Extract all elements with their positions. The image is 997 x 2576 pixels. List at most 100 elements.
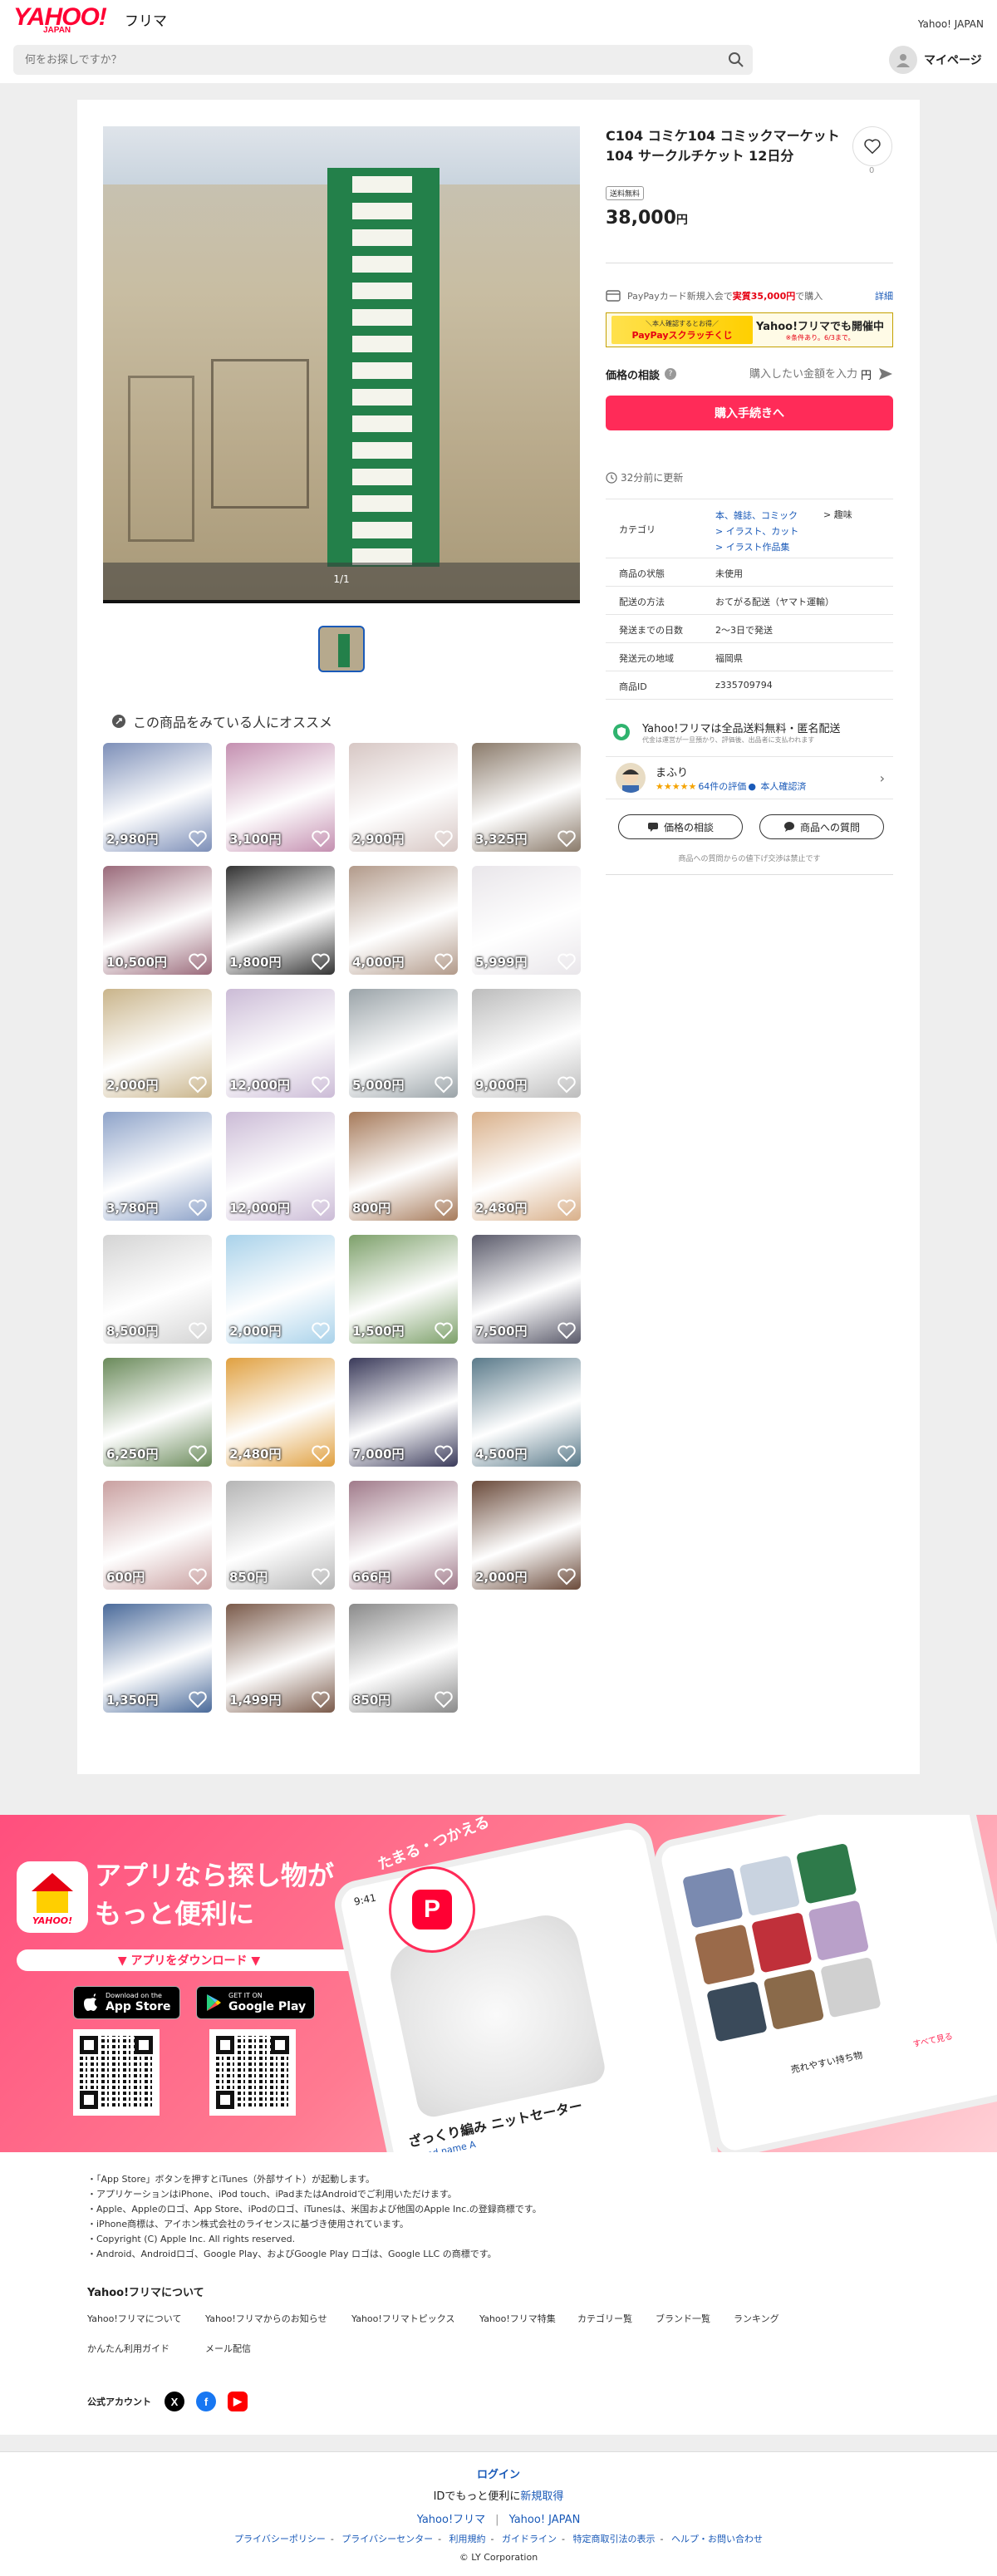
recommend-item[interactable]: 3,325円 <box>472 743 581 852</box>
legal-link[interactable]: プライバシーセンター <box>341 2534 433 2544</box>
recommend-item[interactable]: 4,000円 <box>349 866 458 975</box>
search-icon[interactable] <box>728 52 744 68</box>
favorite-button[interactable] <box>852 126 892 166</box>
heart-icon[interactable] <box>557 828 577 848</box>
legal-link[interactable]: ヘルプ・お問い合わせ <box>671 2534 763 2544</box>
yahoo-japan-footer-link[interactable]: Yahoo! JAPAN <box>509 2514 581 2526</box>
app-store-button[interactable]: Download on the App Store <box>73 1986 180 2019</box>
heart-icon[interactable] <box>188 1689 208 1709</box>
recommend-item[interactable]: 6,250円 <box>103 1358 212 1467</box>
recommend-item[interactable]: 5,999円 <box>472 866 581 975</box>
heart-icon[interactable] <box>557 1320 577 1340</box>
recommend-item[interactable]: 800円 <box>349 1112 458 1221</box>
paypay-detail-link[interactable]: 詳細 <box>875 289 893 302</box>
help-icon[interactable]: ? <box>665 368 677 380</box>
facebook-icon[interactable]: f <box>196 2392 216 2411</box>
recommend-item[interactable]: 1,500円 <box>349 1235 458 1344</box>
heart-icon[interactable] <box>311 1566 331 1586</box>
legal-link[interactable]: プライバシーポリシー <box>234 2534 326 2544</box>
send-icon[interactable] <box>878 366 893 381</box>
recommend-item[interactable]: 1,350円 <box>103 1604 212 1713</box>
heart-icon[interactable] <box>557 1443 577 1463</box>
recommend-item[interactable]: 1,499円 <box>226 1604 335 1713</box>
heart-icon[interactable] <box>311 1074 331 1094</box>
legal-link[interactable]: 特定商取引法の表示 <box>572 2534 655 2544</box>
recommend-item[interactable]: 8,500円 <box>103 1235 212 1344</box>
app-logo-icon[interactable]: YAHOO! <box>17 1861 88 1933</box>
heart-icon[interactable] <box>311 1443 331 1463</box>
recommend-item[interactable]: 2,980円 <box>103 743 212 852</box>
heart-icon[interactable] <box>434 951 454 971</box>
about-link[interactable]: Yahoo!フリマトピックス <box>351 2312 454 2325</box>
heart-icon[interactable] <box>557 1074 577 1094</box>
heart-icon[interactable] <box>434 1197 454 1217</box>
heart-icon[interactable] <box>311 1197 331 1217</box>
about-link[interactable]: ランキング <box>734 2312 779 2325</box>
heart-icon[interactable] <box>311 828 331 848</box>
category-link-3[interactable]: > イラスト作品集 <box>715 539 798 555</box>
heart-icon[interactable] <box>557 1197 577 1217</box>
heart-icon[interactable] <box>188 828 208 848</box>
about-link[interactable]: かんたん利用ガイド <box>87 2342 169 2355</box>
recommend-item[interactable]: 3,780円 <box>103 1112 212 1221</box>
heart-icon[interactable] <box>188 1320 208 1340</box>
recommend-item[interactable]: 7,000円 <box>349 1358 458 1467</box>
heart-icon[interactable] <box>311 1320 331 1340</box>
recommend-item[interactable]: 2,000円 <box>226 1235 335 1344</box>
heart-icon[interactable] <box>188 1443 208 1463</box>
legal-link[interactable]: 利用規約 <box>449 2534 486 2544</box>
recommend-item[interactable]: 600円 <box>103 1481 212 1590</box>
heart-icon[interactable] <box>188 1566 208 1586</box>
heart-icon[interactable] <box>434 1320 454 1340</box>
question-button[interactable]: 商品への質問 <box>759 814 884 839</box>
yahoo-logo[interactable]: YAHOO! JAPAN <box>13 5 107 35</box>
recommend-item[interactable]: 5,000円 <box>349 989 458 1098</box>
heart-icon[interactable] <box>434 1443 454 1463</box>
youtube-icon[interactable]: ▶ <box>228 2392 248 2411</box>
consult-button[interactable]: 価格の相談 <box>618 814 743 839</box>
heart-icon[interactable] <box>311 1689 331 1709</box>
search-input[interactable] <box>13 45 711 75</box>
about-link[interactable]: メール配信 <box>205 2342 251 2355</box>
heart-icon[interactable] <box>434 1074 454 1094</box>
about-link[interactable]: Yahoo!フリマからのお知らせ <box>205 2312 327 2325</box>
mypage-button[interactable]: マイページ <box>889 45 982 75</box>
x-icon[interactable]: X <box>165 2392 184 2411</box>
recommend-item[interactable]: 12,000円 <box>226 989 335 1098</box>
heart-icon[interactable] <box>188 1074 208 1094</box>
recommend-item[interactable]: 850円 <box>349 1604 458 1713</box>
category-link-hobby[interactable]: > 趣味 <box>823 508 852 521</box>
recommend-item[interactable]: 850円 <box>226 1481 335 1590</box>
purchase-button[interactable]: 購入手続きへ <box>606 396 893 430</box>
recommend-item[interactable]: 2,480円 <box>226 1358 335 1467</box>
product-main-image[interactable]: 1/1 <box>103 126 580 603</box>
heart-icon[interactable] <box>311 951 331 971</box>
recommend-item[interactable]: 666円 <box>349 1481 458 1590</box>
legal-link[interactable]: ガイドライン <box>502 2534 557 2544</box>
about-link[interactable]: Yahoo!フリマ特集 <box>479 2312 556 2325</box>
offer-amount-input[interactable] <box>740 367 857 381</box>
recommend-item[interactable]: 2,900円 <box>349 743 458 852</box>
recommend-item[interactable]: 9,000円 <box>472 989 581 1098</box>
recommend-item[interactable]: 3,100円 <box>226 743 335 852</box>
heart-icon[interactable] <box>557 951 577 971</box>
recommend-item[interactable]: 2,480円 <box>472 1112 581 1221</box>
seller-row[interactable]: まふり ★★★★★ 64件の評価 ● 本人確認済 › <box>606 756 893 799</box>
recommend-item[interactable]: 12,000円 <box>226 1112 335 1221</box>
heart-icon[interactable] <box>188 951 208 971</box>
about-link[interactable]: Yahoo!フリマについて <box>87 2312 181 2325</box>
recommend-item[interactable]: 2,000円 <box>472 1481 581 1590</box>
yahoo-flima-link[interactable]: Yahoo!フリマ <box>417 2514 485 2526</box>
about-link[interactable]: カテゴリー覧 <box>577 2312 632 2325</box>
google-play-button[interactable]: GET IT ON Google Play <box>196 1986 316 2019</box>
heart-icon[interactable] <box>557 1566 577 1586</box>
paypay-scratch-banner[interactable]: ＼本人確認するとお得／ PayPayスクラッチくじ Yahoo!フリマでも開催中 ※… <box>606 312 893 347</box>
service-name[interactable]: フリマ <box>125 9 167 30</box>
recommend-item[interactable]: 2,000円 <box>103 989 212 1098</box>
recommend-item[interactable]: 7,500円 <box>472 1235 581 1344</box>
about-link[interactable]: ブランド一覧 <box>656 2312 710 2325</box>
heart-icon[interactable] <box>188 1197 208 1217</box>
category-link-2[interactable]: > イラスト、カット <box>715 524 798 539</box>
recommend-item[interactable]: 10,500円 <box>103 866 212 975</box>
seller-reviews-link[interactable]: 64件の評価 <box>698 781 746 792</box>
